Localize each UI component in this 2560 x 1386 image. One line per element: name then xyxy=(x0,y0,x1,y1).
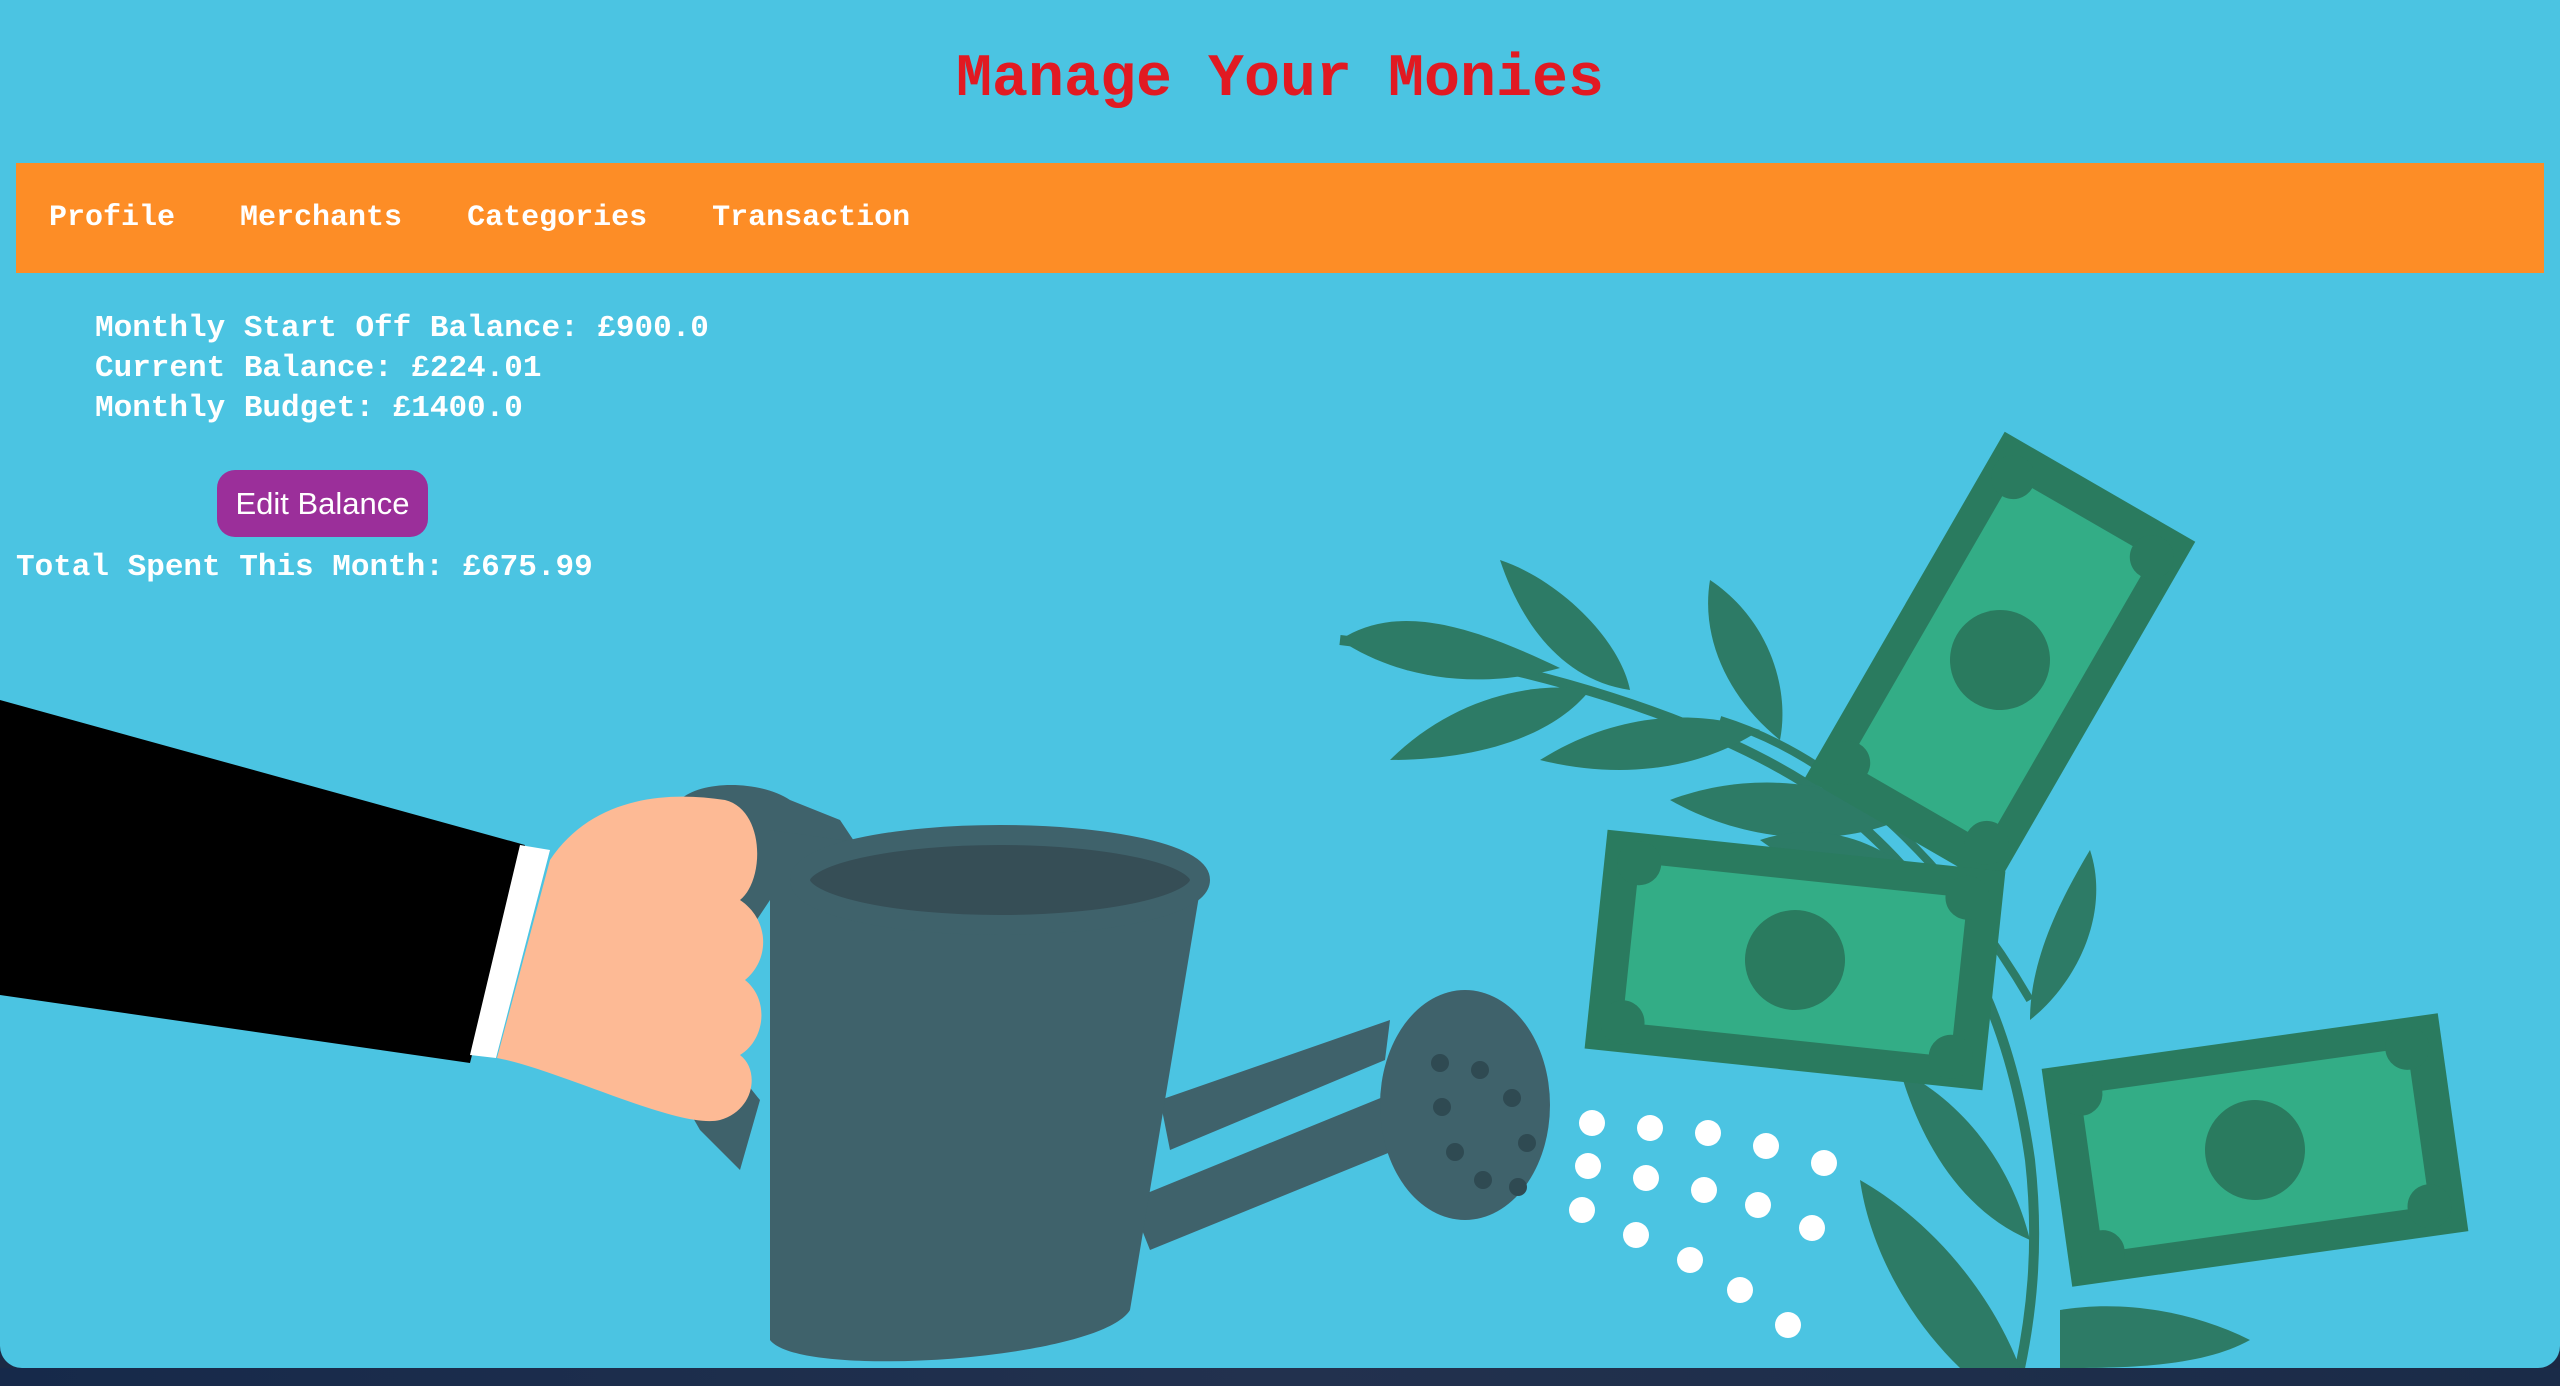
banknote-icon xyxy=(1584,829,2006,1091)
water-drops-icon xyxy=(1569,1110,1837,1338)
current-balance: Current Balance: £224.01 xyxy=(95,351,542,386)
nav-item-categories[interactable]: Categories xyxy=(467,201,647,235)
watering-can-icon xyxy=(660,785,1550,1362)
banknote-icon xyxy=(2041,1013,2469,1287)
arm-icon xyxy=(0,700,764,1122)
nav-item-profile[interactable]: Profile xyxy=(49,201,175,235)
nav-item-merchants[interactable]: Merchants xyxy=(240,201,402,235)
nav-item-transaction[interactable]: Transaction xyxy=(712,201,910,235)
page: Manage Your Monies Profile Merchants Cat… xyxy=(0,0,2560,1368)
page-title: Manage Your Monies xyxy=(955,46,1605,114)
monthly-start-off-balance: Monthly Start Off Balance: £900.0 xyxy=(95,311,709,346)
bottom-strip xyxy=(0,1368,2560,1386)
nav-bar: Profile Merchants Categories Transaction xyxy=(16,163,2544,273)
hero-illustration xyxy=(0,431,2469,1368)
